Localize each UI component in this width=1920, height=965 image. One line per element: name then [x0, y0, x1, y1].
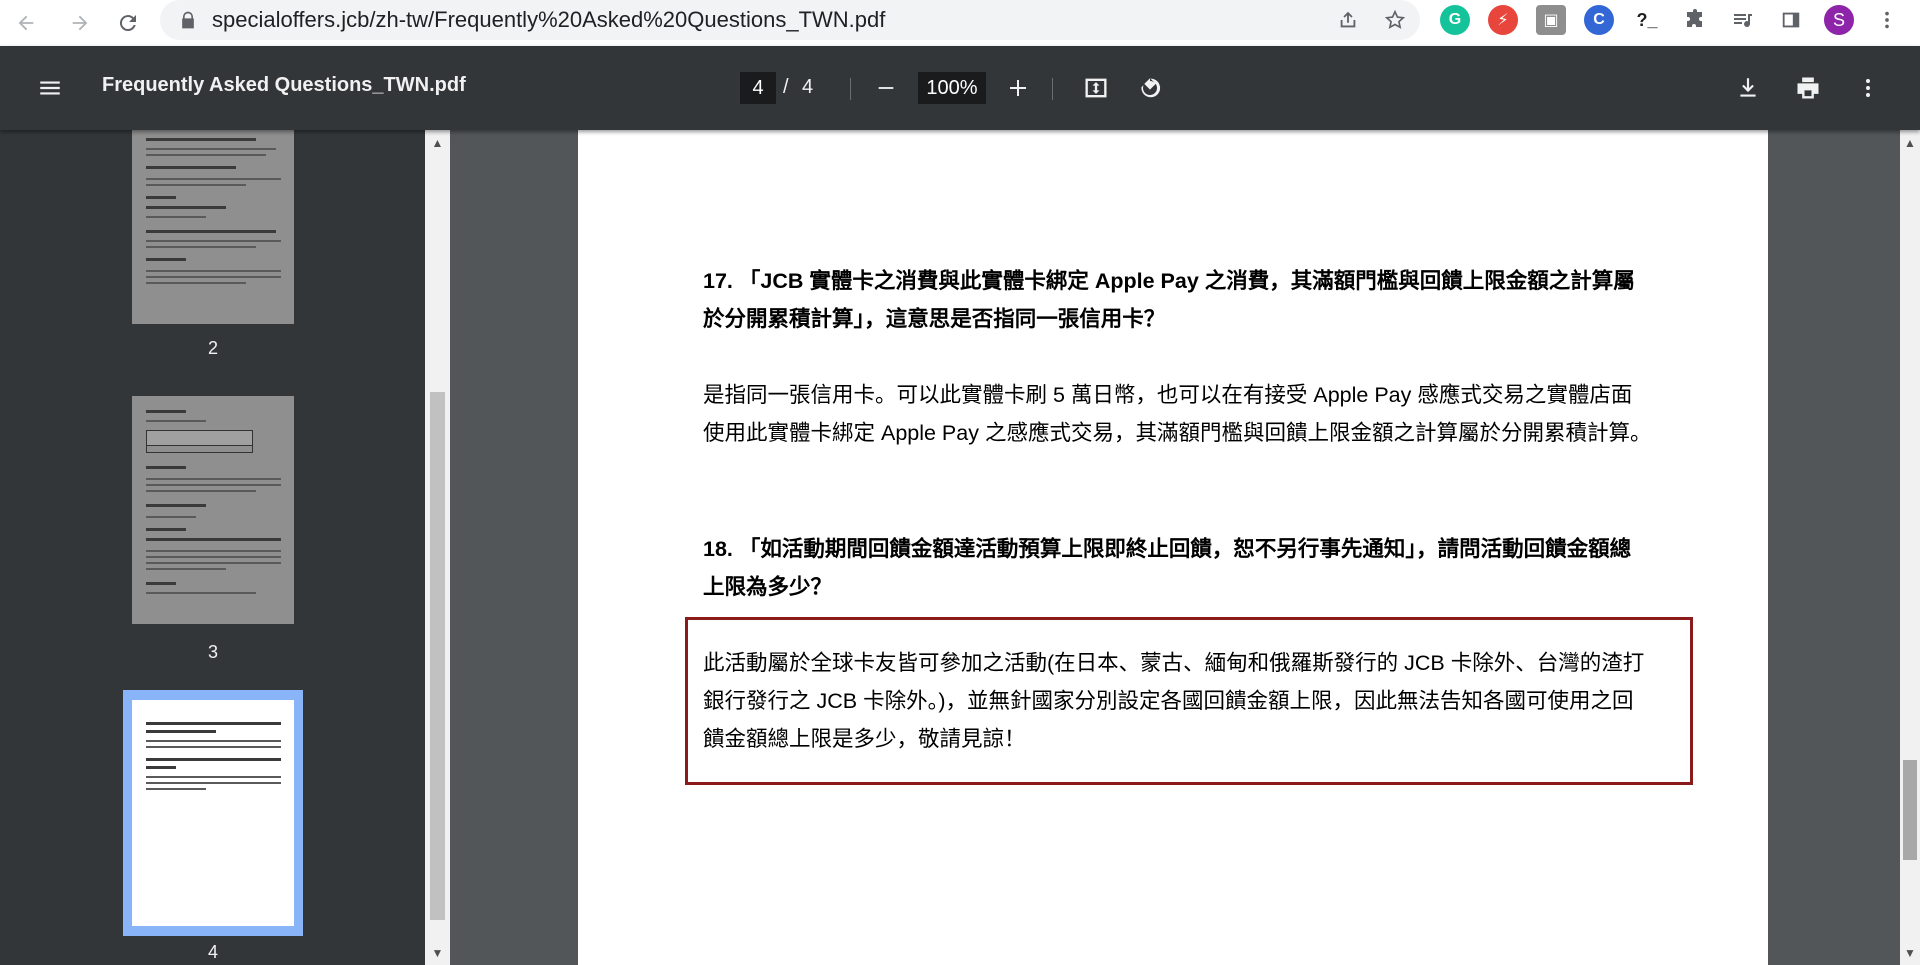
document-title: Frequently Asked Questions_TWN.pdf — [102, 74, 466, 96]
more-vert-icon — [1866, 79, 1870, 97]
lock-icon[interactable] — [178, 10, 198, 30]
main-scrollbar[interactable]: ▲ ▼ — [1900, 130, 1920, 965]
answer-18-line: 饋金額總上限是多少，敬請見諒！ — [703, 727, 1026, 751]
answer-17-line: 使用此實體卡綁定 Apple Pay 之感應式交易，其滿額門檻與回饋上限金額之計… — [703, 421, 1652, 445]
page-thumbnail-4[interactable] — [132, 700, 294, 926]
fit-page-icon — [1085, 78, 1107, 98]
reading-list-button[interactable] — [1728, 5, 1758, 35]
question-18-line: 18. 「如活動期間回饋金額達活動預算上限即終止回饋，恕不另行事先通知」，請問活… — [703, 537, 1632, 561]
hamburger-icon — [40, 81, 60, 95]
question-17-line: 17. 「JCB 實體卡之消費與此實體卡綁定 Apple Pay 之消費，其滿額… — [703, 269, 1635, 293]
side-panel-icon — [1782, 12, 1800, 28]
print-button[interactable] — [1790, 70, 1826, 106]
forward-button[interactable] — [60, 3, 100, 43]
chrome-menu-button[interactable] — [1872, 5, 1902, 35]
share-button[interactable] — [1333, 5, 1363, 35]
zoom-out-button[interactable] — [868, 70, 904, 106]
page-total: 4 — [802, 76, 814, 98]
star-icon — [1384, 9, 1406, 29]
sidebar-scroll-thumb[interactable] — [430, 392, 445, 920]
answer-18-line: 此活動屬於全球卡友皆可參加之活動(在日本、蒙古、緬甸和俄羅斯發行的 JCB 卡除… — [703, 651, 1645, 675]
page-thumbnail-3[interactable] — [132, 396, 294, 624]
grammarly-icon[interactable]: G — [1440, 5, 1470, 35]
reading-list-icon — [1734, 14, 1752, 28]
pdf-page: 17. 「JCB 實體卡之消費與此實體卡綁定 Apple Pay 之消費，其滿額… — [578, 130, 1768, 965]
extension-icon[interactable]: ⚡ — [1488, 5, 1518, 35]
question-17-line: 於分開累積計算」，這意思是否指同一張信用卡？ — [703, 307, 1166, 331]
plus-icon — [1010, 80, 1026, 96]
page-number-input[interactable]: 4 — [740, 72, 776, 104]
more-actions-button[interactable] — [1850, 70, 1886, 106]
scroll-up-arrow[interactable]: ▲ — [1900, 136, 1920, 150]
zoom-in-button[interactable] — [1000, 70, 1036, 106]
thumbnail-label: 3 — [207, 642, 218, 662]
fit-page-button[interactable] — [1078, 70, 1114, 106]
page-separator: / — [783, 76, 789, 98]
extensions-button[interactable] — [1680, 5, 1710, 35]
address-bar[interactable]: specialoffers.jcb/zh-tw/Frequently%20Ask… — [160, 0, 1420, 40]
toolbar-divider — [1052, 78, 1053, 100]
minus-icon — [878, 87, 894, 89]
sidebar-scrollbar[interactable]: ▲ ▼ — [425, 130, 450, 965]
thumbnail-sidebar: 2 3 4 — [0, 130, 425, 965]
extension-icon[interactable]: C — [1584, 5, 1614, 35]
rotate-icon — [1141, 78, 1161, 98]
pdf-toolbar: Frequently Asked Questions_TWN.pdf 4 / 4… — [0, 46, 1920, 130]
sidebar-toggle-button[interactable] — [32, 70, 68, 106]
reload-button[interactable] — [108, 3, 148, 43]
side-panel-button[interactable] — [1776, 5, 1806, 35]
browser-toolbar: specialoffers.jcb/zh-tw/Frequently%20Ask… — [0, 0, 1920, 47]
menu-icon — [1885, 11, 1889, 29]
scroll-down-arrow[interactable]: ▼ — [425, 946, 450, 960]
toolbar-divider — [850, 78, 851, 100]
question-18-line: 上限為多少？ — [703, 575, 833, 599]
puzzle-icon — [1687, 9, 1702, 27]
bookmark-button[interactable] — [1380, 5, 1410, 35]
answer-18-line: 銀行發行之 JCB 卡除外。)，並無針國家分別設定各國回饋金額上限，因此無法告知… — [703, 689, 1634, 713]
reload-icon — [119, 15, 136, 32]
extension-icon[interactable]: ▣ — [1536, 5, 1566, 35]
zoom-input[interactable]: 100% — [918, 72, 986, 104]
url-text[interactable]: specialoffers.jcb/zh-tw/Frequently%20Ask… — [212, 7, 885, 33]
avatar[interactable]: S — [1824, 5, 1854, 35]
download-button[interactable] — [1730, 70, 1766, 106]
scroll-down-arrow[interactable]: ▼ — [1900, 946, 1920, 960]
forward-icon — [72, 15, 88, 31]
printer-icon — [1797, 77, 1819, 99]
page-thumbnail-2[interactable] — [132, 130, 294, 324]
pdf-viewer: 17. 「JCB 實體卡之消費與此實體卡綁定 Apple Pay 之消費，其滿額… — [450, 130, 1900, 965]
thumbnail-label: 2 — [207, 338, 218, 358]
share-icon — [1340, 11, 1356, 28]
back-icon — [18, 15, 34, 31]
answer-17-line: 是指同一張信用卡。可以此實體卡刷 5 萬日幣，也可以在有接受 Apple Pay… — [703, 383, 1633, 407]
extension-icon[interactable]: ?_ — [1632, 5, 1662, 35]
thumbnail-label: 4 — [207, 942, 218, 962]
main-scroll-thumb[interactable] — [1903, 760, 1917, 860]
rotate-button[interactable] — [1132, 70, 1168, 106]
scroll-up-arrow[interactable]: ▲ — [425, 136, 450, 150]
back-button[interactable] — [6, 3, 46, 43]
download-icon — [1740, 78, 1756, 97]
